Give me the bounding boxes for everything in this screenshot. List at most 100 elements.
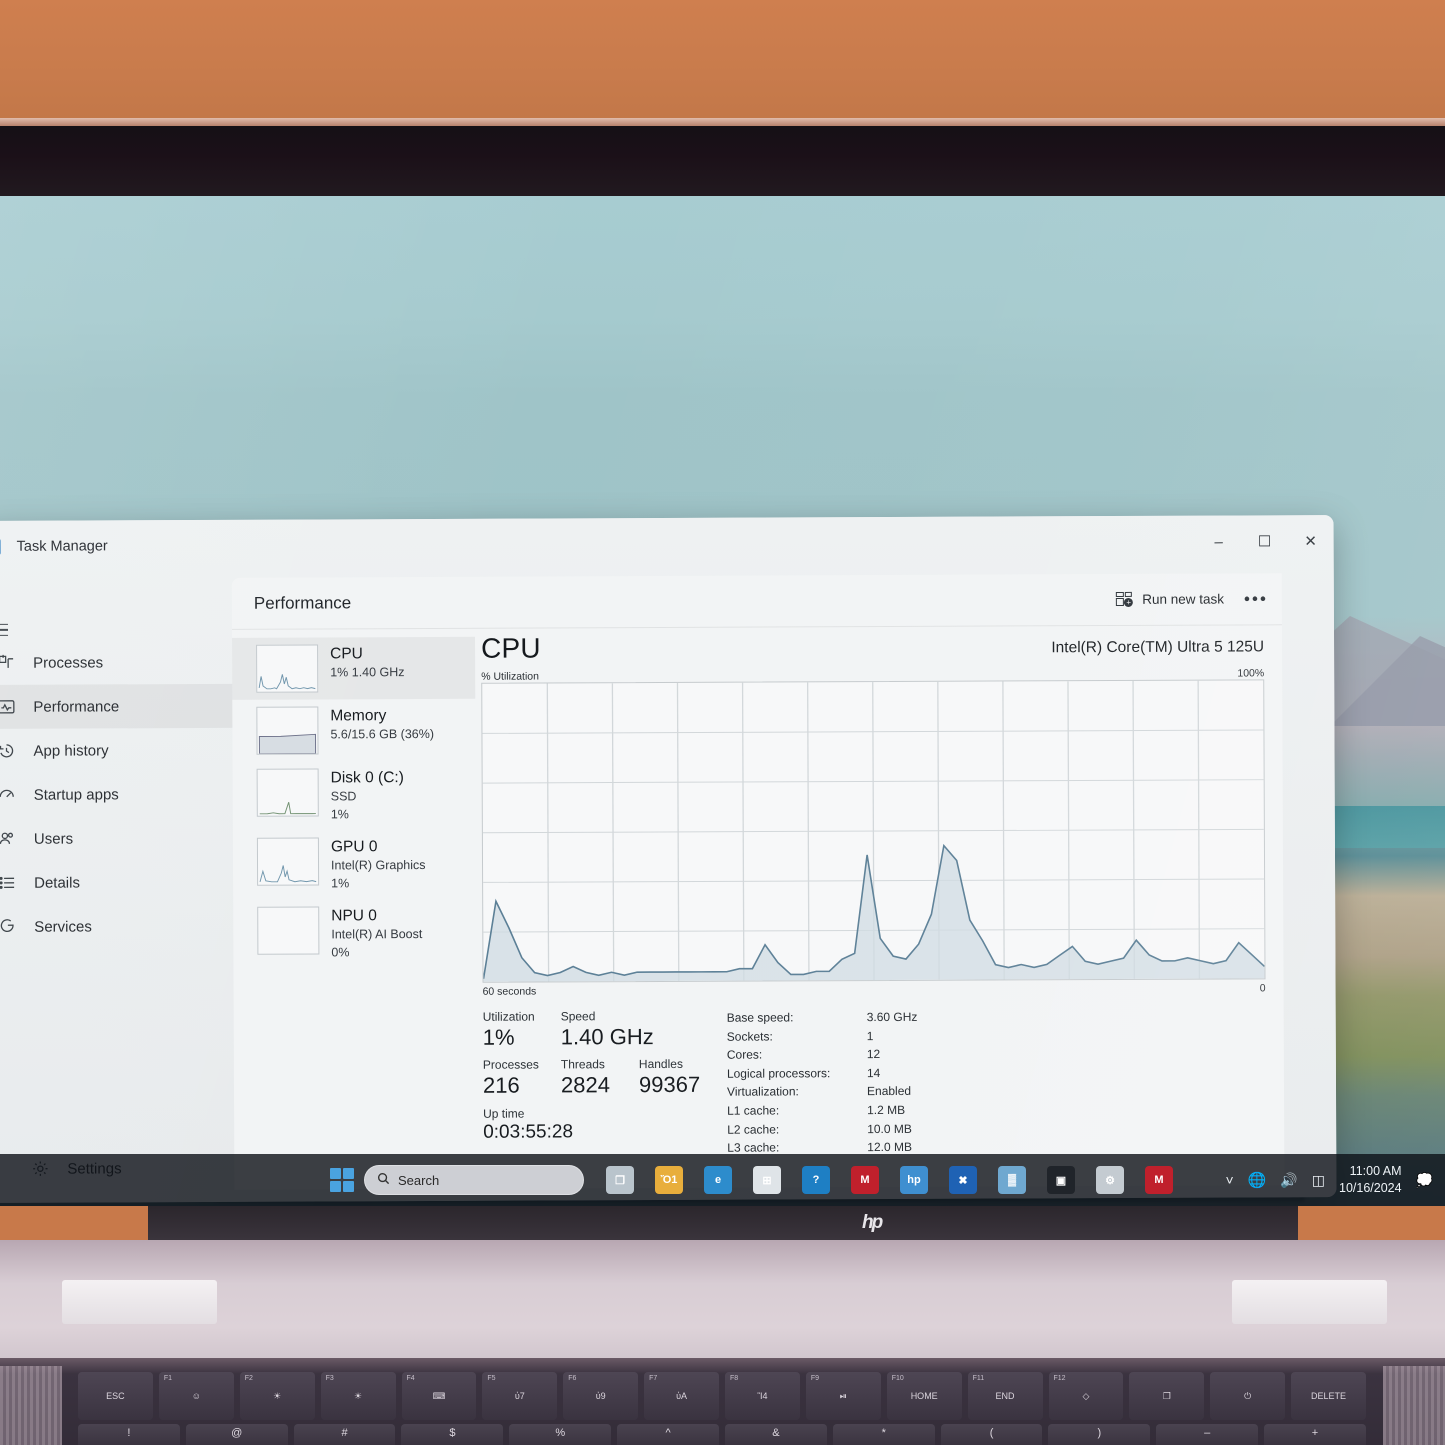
- keyboard-key[interactable]: F8 Ἲ4: [725, 1372, 800, 1420]
- keyboard-key[interactable]: &: [724, 1424, 827, 1445]
- resource-item-memory[interactable]: Memory 5.6/15.6 GB (36%): [232, 699, 475, 762]
- window-controls[interactable]: – ☐ ✕: [1196, 518, 1334, 565]
- sidebar-item-processes[interactable]: Processes: [0, 640, 251, 685]
- keyboard-key[interactable]: #: [293, 1424, 396, 1445]
- spec-row: L1 cache: 1.2 MB: [727, 1101, 977, 1121]
- keyboard-key[interactable]: F4 ⌨: [401, 1372, 477, 1420]
- sidebar-item-details[interactable]: Details: [0, 860, 252, 905]
- keyboard-key[interactable]: ⏻: [1210, 1372, 1286, 1420]
- keyboard-key[interactable]: F9 ⏯: [805, 1372, 881, 1420]
- notification-icon[interactable]: 💭: [1416, 1172, 1433, 1189]
- taskbar-clock[interactable]: 11:00 AM 10/16/2024: [1339, 1163, 1402, 1197]
- run-new-task-button[interactable]: + Run new task: [1116, 592, 1224, 607]
- keyboard-key[interactable]: (: [940, 1424, 1043, 1445]
- hp-app-icon[interactable]: hp: [900, 1166, 928, 1194]
- hp-support-icon[interactable]: ✖: [949, 1166, 977, 1194]
- taskbar-system-tray[interactable]: ˅ 🌐 🔊 ◫ 11:00 AM 10/16/2024 💭: [1225, 1163, 1445, 1197]
- windows-taskbar[interactable]: Search ❐ Ὄ1 e ⊞? Mhp ✖ ▓ ▣ ⚙ M ˅ 🌐 🔊 ◫ 11:00 AM 1…: [0, 1154, 1445, 1206]
- task-manager-icon[interactable]: ▓: [998, 1166, 1026, 1194]
- more-options-button[interactable]: •••: [1244, 589, 1268, 609]
- keyboard-key[interactable]: F5 ὐ7: [482, 1372, 558, 1420]
- sidebar-item-app-history[interactable]: App history: [0, 728, 252, 773]
- key-label: ⏯: [839, 1390, 847, 1401]
- stats-row-1: Utilization 1% Speed 1.40 GHz: [483, 1009, 713, 1052]
- keyboard-key[interactable]: ^: [617, 1424, 719, 1445]
- keyboard-key[interactable]: F12 ◇: [1048, 1372, 1124, 1420]
- key-fn-label: F2: [244, 1375, 253, 1382]
- cpu-model: Intel(R) Core(TM) Ultra 5 125U: [1051, 638, 1265, 657]
- keyboard-key[interactable]: !: [78, 1424, 180, 1445]
- microsoft-store-icon[interactable]: ⊞: [753, 1166, 781, 1194]
- resource-item-npu[interactable]: NPU 0 Intel(R) AI Boost 0%: [233, 899, 476, 969]
- speaker-grille-right: [1383, 1366, 1445, 1445]
- windows-start-icon[interactable]: [330, 1168, 354, 1192]
- terminal-icon[interactable]: ▣: [1047, 1166, 1075, 1194]
- keyboard-key[interactable]: F11 END: [967, 1372, 1043, 1420]
- keyboard-key[interactable]: F3 ☀: [320, 1372, 396, 1420]
- keyboard-key[interactable]: $: [401, 1424, 504, 1445]
- maximize-button[interactable]: ☐: [1242, 518, 1288, 564]
- x-axis-left-label: 60 seconds: [482, 985, 537, 998]
- keyboard-key[interactable]: @: [185, 1424, 288, 1445]
- search-input[interactable]: Search: [364, 1165, 584, 1195]
- network-icon[interactable]: 🌐: [1248, 1171, 1267, 1189]
- spec-value: 3.60 GHz: [866, 1009, 918, 1025]
- key-label: ☺: [191, 1391, 201, 1401]
- keyboard-key[interactable]: F6 ὐ9: [563, 1372, 639, 1420]
- function-key-row[interactable]: ESC F1 ☺ F2 ☀ F3 ☀ F4 ⌨ F5 ὐ7 F6 ὐ9 F7 ὐA F8 Ἲ4 F9 ⏯ F10 HOM…: [78, 1372, 1366, 1420]
- threads-value: 2824: [560, 1071, 610, 1097]
- keyboard-key[interactable]: *: [832, 1424, 935, 1445]
- sidebar-item-users[interactable]: Users: [0, 816, 252, 861]
- keyboard-key[interactable]: +: [1264, 1424, 1366, 1445]
- close-button[interactable]: ✕: [1288, 518, 1334, 564]
- file-explorer-icon[interactable]: Ὄ1: [655, 1166, 683, 1194]
- handles-stat: Handles 99367: [639, 1056, 717, 1098]
- keyboard-key[interactable]: F7 ὐA: [644, 1372, 719, 1420]
- minimize-button[interactable]: –: [1196, 518, 1242, 564]
- key-label: Ἲ4: [757, 1391, 768, 1401]
- spec-key: Logical processors:: [726, 1066, 831, 1081]
- laptop-top-bezel: [0, 126, 1445, 316]
- sidebar-item-services[interactable]: Services: [0, 904, 252, 949]
- key-label: ⌨: [432, 1390, 446, 1401]
- help-icon[interactable]: ?: [802, 1166, 830, 1194]
- volume-icon[interactable]: 🔊: [1280, 1172, 1297, 1189]
- keyboard-key[interactable]: –: [1156, 1424, 1259, 1445]
- taskbar-app-icons[interactable]: ❐ Ὄ1 e ⊞? Mhp ✖ ▓ ▣ ⚙ M: [606, 1166, 1173, 1194]
- keyboard-key[interactable]: %: [509, 1424, 612, 1445]
- settings-icon[interactable]: ⚙: [1096, 1166, 1124, 1194]
- key-fn-label: F9: [810, 1375, 820, 1382]
- pane-body: CPU 1% 1.40 GHz Memory 5.6/15.6 GB (36%)…: [232, 625, 1284, 1189]
- search-icon: [377, 1172, 390, 1188]
- search-placeholder: Search: [398, 1172, 440, 1188]
- mcafee-tray-icon[interactable]: M: [1145, 1166, 1173, 1194]
- task-view-icon[interactable]: ❐: [606, 1166, 634, 1194]
- resource-item-gpu[interactable]: GPU 0 Intel(R) Graphics 1%: [233, 830, 476, 900]
- resource-list: CPU 1% 1.40 GHz Memory 5.6/15.6 GB (36%)…: [232, 629, 477, 1189]
- sidebar-item-performance[interactable]: Performance: [0, 683, 252, 729]
- key-fn-label: F12: [1053, 1375, 1066, 1382]
- resource-item-cpu[interactable]: CPU 1% 1.40 GHz: [232, 636, 476, 700]
- keyboard-key[interactable]: F2 ☀: [239, 1372, 315, 1420]
- cpu-stats-left: Utilization 1% Speed 1.40 GHz Processes …: [483, 1009, 714, 1159]
- keyboard-key[interactable]: ❐: [1129, 1372, 1205, 1420]
- task-manager-window[interactable]: Task Manager – ☐ ✕ Processes Performance…: [0, 515, 1337, 1203]
- task-manager-icon: [0, 538, 1, 555]
- number-key-row[interactable]: ! @ # $% ^ & *() – +: [78, 1424, 1366, 1445]
- battery-icon[interactable]: ◫: [1312, 1172, 1325, 1189]
- show-hidden-icons[interactable]: ˅: [1225, 1172, 1233, 1188]
- speed-value: 1.40 GHz: [560, 1024, 654, 1050]
- window-titlebar[interactable]: Task Manager – ☐ ✕: [0, 515, 1334, 573]
- keyboard-key[interactable]: F10 HOME: [886, 1372, 962, 1420]
- keyboard-key[interactable]: F1 ☺: [158, 1372, 234, 1420]
- resource-text: Memory 5.6/15.6 GB (36%): [330, 706, 434, 743]
- sidebar-item-startup-apps[interactable]: Startup apps: [0, 772, 252, 817]
- microsoft-edge-icon[interactable]: e: [704, 1166, 732, 1194]
- keyboard-key[interactable]: ESC: [78, 1372, 153, 1420]
- resource-item-disk[interactable]: Disk 0 (C:) SSD 1%: [233, 761, 476, 831]
- keyboard-key[interactable]: ): [1048, 1424, 1151, 1445]
- spec-value: 10.0 MB: [867, 1121, 912, 1136]
- resource-name: GPU 0: [330, 838, 378, 856]
- mcafee-icon[interactable]: M: [851, 1166, 879, 1194]
- keyboard-key[interactable]: DELETE: [1291, 1372, 1366, 1420]
